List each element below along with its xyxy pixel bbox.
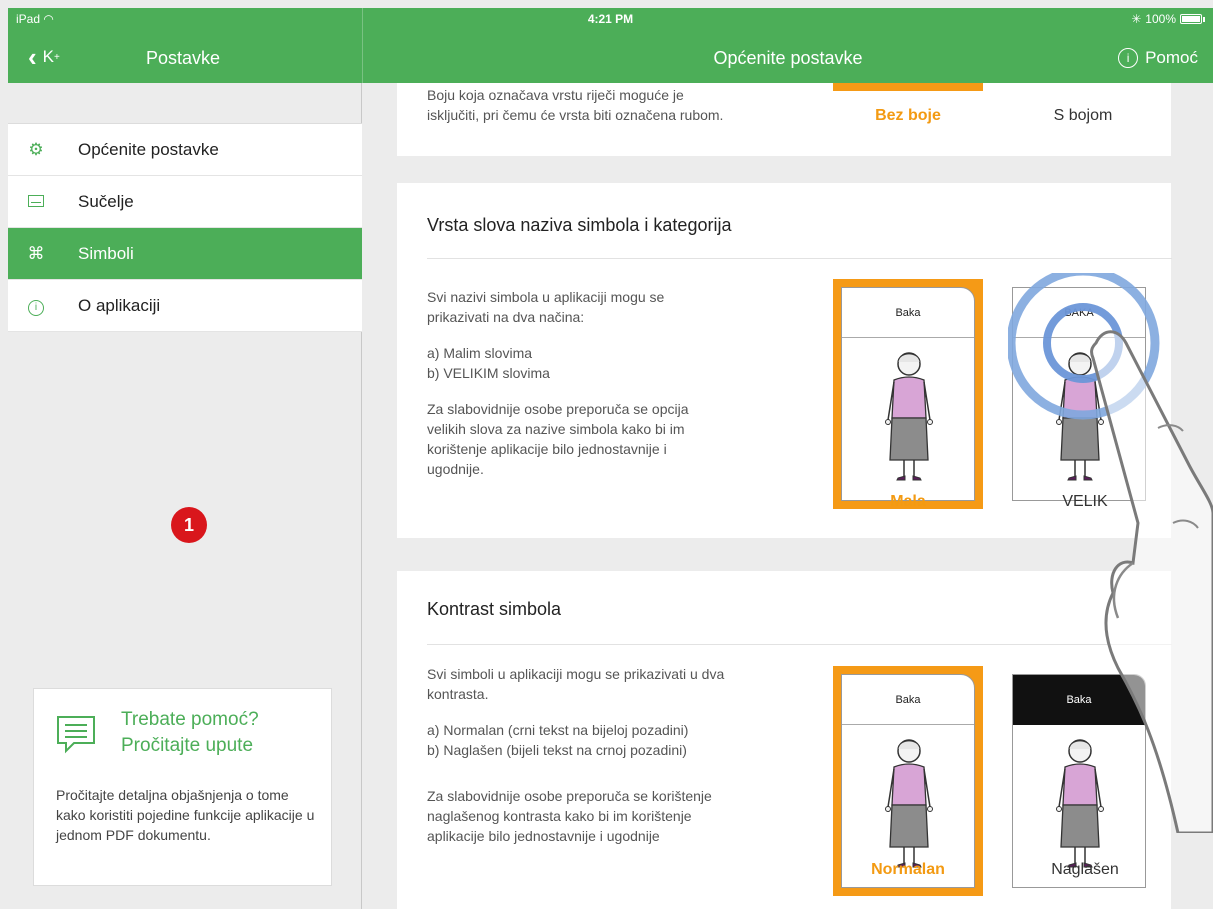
- chevron-left-icon: ‹: [28, 42, 37, 72]
- back-label: K: [42, 47, 55, 66]
- help-card-title[interactable]: Trebate pomoć? Pročitajte upute: [121, 707, 321, 759]
- desc-line: Za slabovidnije osobe preporuča se koriš…: [427, 788, 712, 804]
- option-normal-contrast[interactable]: Normalan: [828, 861, 988, 879]
- desc-line: prikazivati na dva načina:: [427, 309, 585, 325]
- desc-spacer: [427, 327, 689, 343]
- option-with-color[interactable]: S bojom: [1003, 107, 1163, 125]
- sidebar-item-label: Simboli: [78, 243, 134, 263]
- gear-icon: ⚙: [28, 139, 44, 159]
- tap-gesture-overlay: [1008, 273, 1213, 833]
- desc-spacer: [427, 383, 689, 399]
- desc-spacer: [427, 760, 724, 786]
- desc-line: isključiti, pri čemu će vrsta biti označ…: [427, 107, 724, 123]
- status-time: 4:21 PM: [587, 12, 634, 26]
- color-section: Boju koja označava vrstu riječi moguće j…: [397, 83, 1171, 156]
- desc-line: kontrasta.: [427, 686, 489, 702]
- status-right: ✳ 100%: [1131, 12, 1205, 26]
- bluetooth-icon: ✳: [1131, 12, 1142, 26]
- section-title: Vrsta slova naziva simbola i kategorija: [427, 215, 732, 235]
- pointing-hand-icon: [1090, 330, 1213, 833]
- back-label-sup: +: [54, 51, 60, 63]
- sidebar-item-about[interactable]: i O aplikaciji: [8, 280, 362, 332]
- main-content: Boju koja označava vrstu riječi moguće j…: [363, 83, 1213, 909]
- battery-tip: [1203, 16, 1205, 22]
- step-badge: 1: [171, 507, 207, 543]
- color-option-selected-frame: [833, 83, 983, 91]
- symbol-lowercase-option[interactable]: Baka: [833, 279, 983, 509]
- sidebar-item-interface[interactable]: Sučelje: [8, 176, 362, 228]
- desc-line: naglašenog kontrasta kako bi im korišten…: [427, 808, 692, 824]
- desc-line: a) Malim slovima: [427, 345, 533, 361]
- page-title: Općenite postavke: [713, 48, 863, 68]
- help-label: Pomoć: [1145, 48, 1198, 67]
- desc-line: ugodnije.: [427, 461, 484, 477]
- desc-line: Svi simboli u aplikaciji mogu se prikazi…: [427, 666, 725, 682]
- help-card-title-line1: Trebate pomoć?: [121, 709, 259, 730]
- sidebar-title: Postavke: [146, 48, 221, 68]
- sidebar-item-label: Sučelje: [78, 191, 134, 211]
- symbol-card: Baka: [841, 287, 975, 501]
- section-title: Kontrast simbola: [427, 599, 562, 619]
- sidebar-item-label: O aplikaciji: [78, 295, 161, 315]
- desc-line: Svi nazivi simbola u aplikaciji mogu se: [427, 289, 665, 305]
- desc-line: velikih slova za nazive simbola kako bi …: [427, 421, 685, 437]
- document-icon: [57, 716, 95, 754]
- grandmother-figure-icon: [885, 739, 933, 868]
- font-description: Svi nazivi simbola u aplikaciji mogu se …: [427, 287, 689, 479]
- help-card[interactable]: Trebate pomoć? Pročitajte upute Pročitaj…: [33, 688, 332, 886]
- sidebar-item-label: Općenite postavke: [78, 139, 219, 159]
- desc-line: b) Naglašen (bijeli tekst na crnoj pozad…: [427, 742, 687, 758]
- section-divider: [427, 258, 1172, 259]
- color-description: Boju koja označava vrstu riječi moguće j…: [427, 85, 723, 125]
- sidebar-menu: ⚙ Općenite postavke Sučelje ⌘ Simboli i …: [8, 123, 362, 332]
- battery-icon: [1180, 14, 1202, 24]
- contrast-description: Svi simboli u aplikaciji mogu se prikazi…: [427, 664, 724, 846]
- desc-line: korištenje aplikacije bilo jednostavnije…: [427, 441, 667, 457]
- option-lowercase[interactable]: Mala: [828, 493, 988, 511]
- sidebar: ⚙ Općenite postavke Sučelje ⌘ Simboli i …: [8, 83, 362, 909]
- option-no-color[interactable]: Bez boje: [828, 107, 988, 125]
- battery-percent: 100%: [1145, 12, 1176, 26]
- help-card-text: Pročitajte detaljna objašnjenja o tome k…: [56, 787, 315, 843]
- top-bar: iPad ◠ 4:21 PM ✳ 100% ‹ K + Postavke Opće…: [8, 8, 1213, 83]
- help-card-title-line2: Pročitajte upute: [121, 735, 254, 756]
- desc-spacer: [427, 704, 724, 720]
- option-bold-contrast[interactable]: Naglašen: [1005, 861, 1165, 879]
- desc-line: Boju koja označava vrstu riječi moguće j…: [427, 87, 684, 103]
- desc-line: b) VELIKIM slovima: [427, 365, 550, 381]
- desc-line: aplikacije bilo jednostavnije i ugodnije: [427, 828, 660, 844]
- screen-icon: [24, 192, 48, 212]
- grandmother-figure-icon: [885, 352, 933, 481]
- symbol-name: Baka: [842, 288, 974, 338]
- symbol-icon: ⌘: [27, 243, 45, 263]
- help-button[interactable]: i Pomoć: [1118, 48, 1198, 68]
- symbol-name: Baka: [842, 675, 974, 725]
- desc-line: a) Normalan (crni tekst na bijeloj pozad…: [427, 722, 689, 738]
- sidebar-item-general-settings[interactable]: ⚙ Općenite postavke: [8, 124, 362, 176]
- desc-line: Za slabovidnije osobe preporuča se opcij…: [427, 401, 689, 417]
- info-icon: i: [24, 295, 48, 316]
- info-icon: i: [1118, 48, 1139, 68]
- nav-divider: [362, 8, 363, 83]
- back-button[interactable]: ‹ K +: [28, 44, 60, 70]
- symbol-card: Baka: [841, 674, 975, 888]
- sidebar-item-symbols[interactable]: ⌘ Simboli: [8, 228, 362, 280]
